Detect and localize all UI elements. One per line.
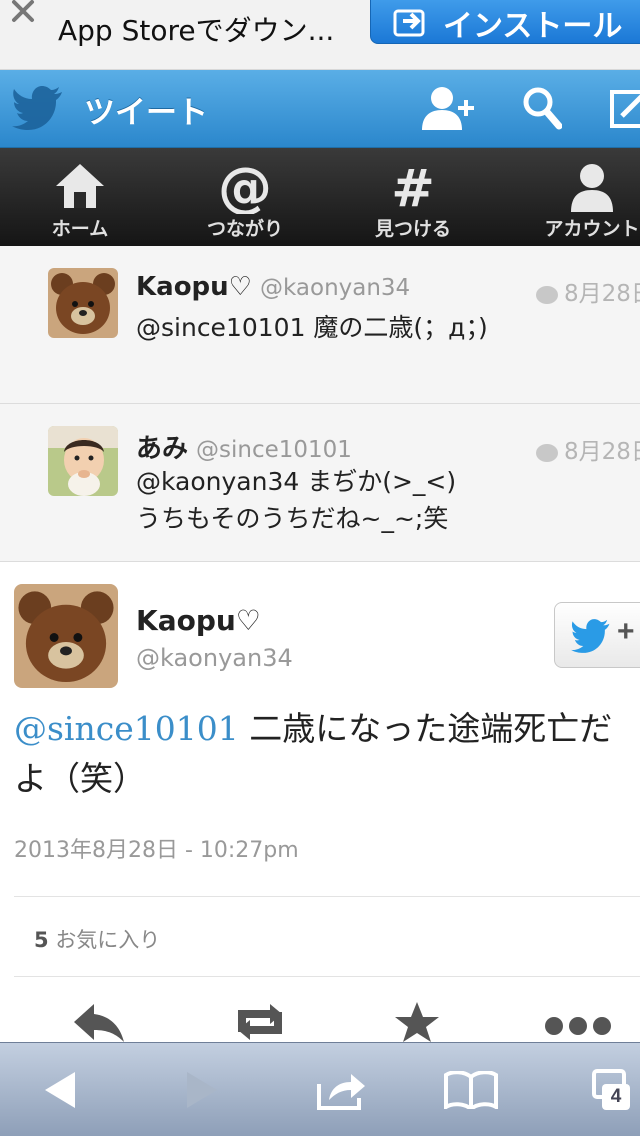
tab-discover-label: 見つける — [374, 218, 451, 240]
tweet-time: 8月28日 — [536, 432, 640, 466]
follow-button[interactable]: + — [554, 602, 640, 668]
avatar[interactable] — [48, 268, 118, 338]
twitter-bird-icon[interactable] — [12, 86, 64, 130]
tweet-time-text: 8月28日 — [564, 439, 640, 465]
tab-connect-label: つながり — [206, 218, 283, 240]
tab-bar: ホーム @ つながり # 見つける アカウント — [0, 148, 640, 246]
close-icon[interactable] — [10, 0, 36, 24]
app-store-banner: App Storeでダウン... インストール — [0, 0, 640, 70]
tab-account[interactable]: アカウント — [512, 148, 640, 246]
author-name-text: あみ — [136, 434, 189, 464]
twitter-bird-icon — [571, 619, 610, 653]
search-icon[interactable] — [522, 86, 562, 130]
tab-home[interactable]: ホーム — [0, 148, 160, 246]
header-title: ツイート — [84, 95, 208, 131]
main-tweet: Kaopu♡ @kaonyan34 + @since10101 二歳になった途端… — [0, 562, 640, 1042]
divider — [14, 976, 640, 977]
svg-text:#: # — [391, 162, 435, 212]
bear-avatar-icon — [14, 584, 118, 688]
share-button[interactable] — [296, 1043, 386, 1136]
fav-count: 5 — [34, 928, 49, 952]
context-tweet[interactable]: あみ@since10101 8月28日 @kaonyan34 まぢか(>_<) … — [0, 404, 640, 562]
avatar[interactable] — [48, 426, 118, 496]
bookmarks-button[interactable] — [426, 1043, 516, 1136]
reply-icon[interactable] — [72, 1002, 126, 1042]
hashtag-icon: # — [391, 162, 435, 212]
author-name-text: Kaopu♡ — [136, 272, 252, 302]
author-handle: @since10101 — [196, 437, 352, 463]
back-arrow-icon — [45, 1072, 75, 1108]
tweet-text-line: @kaonyan34 まぢか(>_<) — [136, 467, 457, 496]
tweet-text-line: うちもそのうちだね~_~;笑 — [136, 504, 449, 533]
author-name[interactable]: Kaopu♡ — [136, 604, 261, 637]
avatar[interactable] — [14, 584, 118, 688]
tweet-text-line: @since10101 魔の二歳(；д；) — [136, 313, 488, 342]
conversation-icon — [536, 443, 558, 462]
account-icon — [571, 164, 613, 212]
baby-avatar-icon — [48, 426, 118, 496]
author-name[interactable]: Kaopu♡ @kaonyan34 — [136, 272, 410, 302]
home-icon — [56, 164, 104, 208]
forward-arrow-icon — [187, 1072, 217, 1108]
tab-account-label: アカウント — [544, 218, 640, 240]
conversation-icon — [536, 285, 558, 304]
tweet-time: 8月28日 — [536, 274, 640, 308]
tab-home-label: ホーム — [51, 218, 109, 240]
author-handle: @kaonyan34 — [259, 275, 411, 301]
bookmarks-book-icon — [444, 1071, 498, 1109]
install-label: インストール — [443, 9, 623, 44]
add-user-icon[interactable] — [420, 86, 476, 130]
retweet-icon[interactable] — [228, 1002, 292, 1042]
at-icon: @ — [218, 162, 272, 214]
bear-avatar-icon — [48, 268, 118, 338]
tab-connect[interactable]: @ つながり — [165, 148, 325, 246]
follow-plus: + — [617, 615, 635, 648]
favorites-count[interactable]: 5 お気に入り — [34, 924, 160, 954]
share-icon — [317, 1074, 365, 1110]
author-handle[interactable]: @kaonyan34 — [136, 644, 293, 672]
tweet-body: @since10101 二歳になった途端死亡だよ（笑） — [14, 704, 630, 804]
browser-toolbar — [0, 1042, 640, 1136]
mention-link[interactable]: @since10101 — [14, 709, 239, 748]
banner-title: App Storeでダウン... — [58, 14, 335, 47]
tweet-time-text: 8月28日 — [564, 281, 640, 307]
context-tweet[interactable]: Kaopu♡ @kaonyan34 8月28日 @since10101 魔の二歳(… — [0, 246, 640, 404]
twitter-header: ツイート — [0, 70, 640, 148]
install-icon — [393, 9, 425, 37]
compose-icon[interactable] — [608, 86, 640, 130]
tab-count-badge[interactable]: 4 — [602, 1084, 630, 1110]
fav-label: お気に入り — [55, 928, 161, 952]
favorite-star-icon[interactable] — [394, 1002, 440, 1042]
divider — [14, 896, 640, 897]
forward-button[interactable] — [156, 1043, 246, 1136]
back-button[interactable] — [16, 1043, 106, 1136]
author-name[interactable]: あみ @since10101 — [136, 428, 352, 465]
more-icon[interactable] — [544, 1002, 612, 1042]
tweet-date[interactable]: 2013年8月28日 - 10:27pm — [14, 832, 299, 864]
install-button[interactable]: インストール — [370, 0, 640, 44]
tab-discover[interactable]: # 見つける — [333, 148, 493, 246]
svg-text:@: @ — [218, 162, 272, 214]
